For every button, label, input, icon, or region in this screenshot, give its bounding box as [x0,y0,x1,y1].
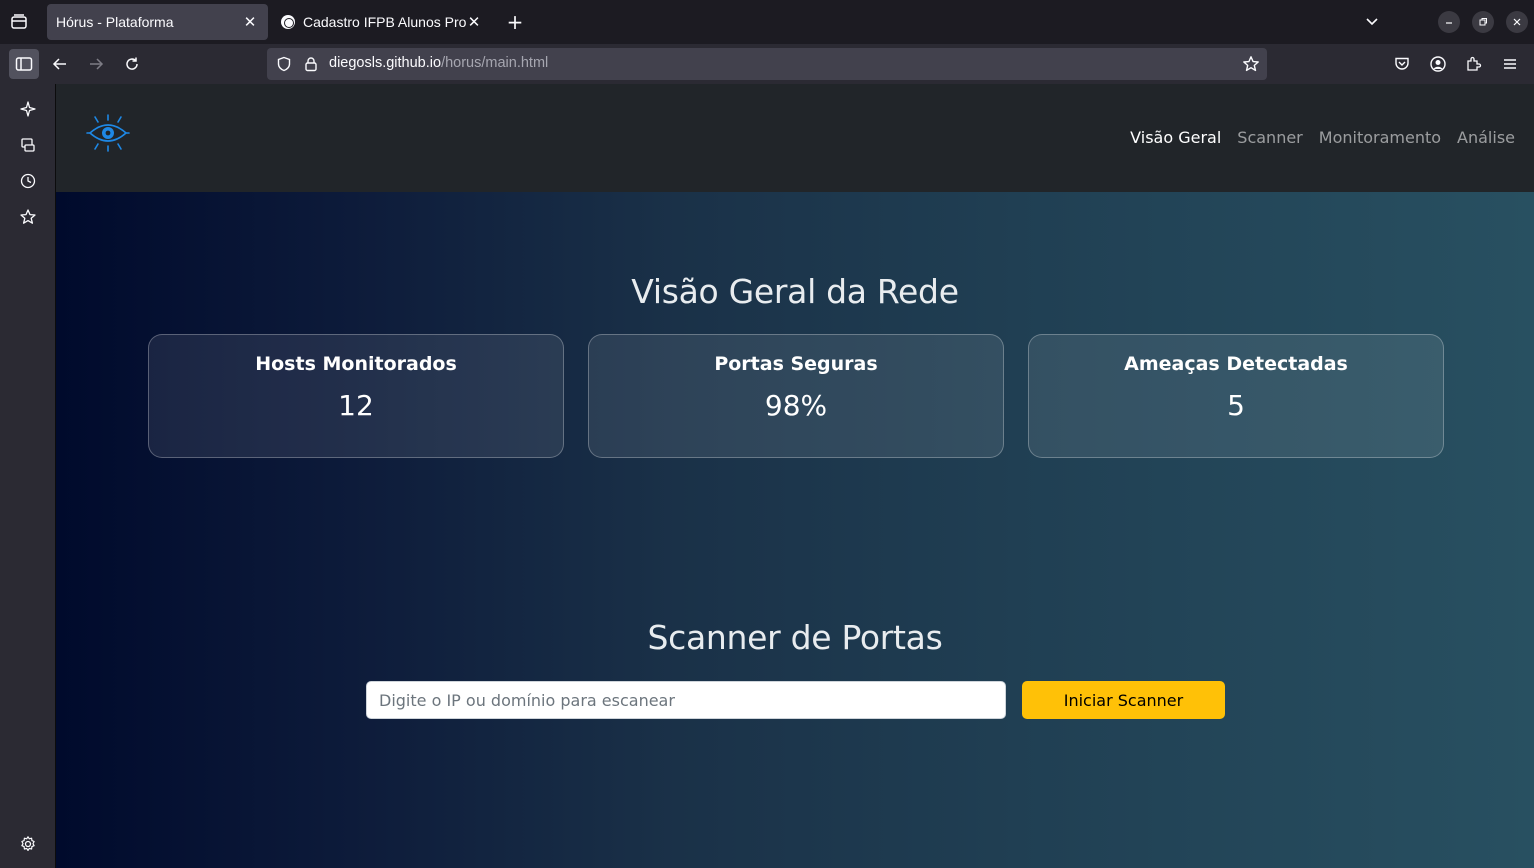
bookmark-star-icon[interactable] [1242,55,1260,77]
stat-card-ameacas: Ameaças Detectadas 5 [1028,334,1444,458]
globe-favicon-icon [281,15,295,29]
overview-title: Visão Geral da Rede [631,272,959,311]
synced-tabs-icon[interactable] [17,134,39,156]
new-tab-button[interactable]: + [503,10,527,34]
menu-hamburger-icon[interactable] [1495,49,1525,79]
horus-eye-logo-icon[interactable] [86,113,130,153]
stat-value: 5 [1227,389,1245,422]
nav-link-analise[interactable]: Análise [1457,128,1515,147]
tab-title: Cadastro IFPB Alunos Pro [303,14,467,30]
tab-title: Hórus - Plataforma [56,14,174,30]
close-tab-icon[interactable]: ✕ [464,12,484,32]
lock-icon[interactable] [303,56,319,76]
stat-label: Hosts Monitorados [255,353,457,375]
scanner-title: Scanner de Portas [647,618,943,657]
web-page: Visão Geral Scanner Monitoramento Anális… [56,84,1534,868]
stat-card-portas: Portas Seguras 98% [588,334,1004,458]
back-arrow-icon[interactable] [45,49,75,79]
reload-icon[interactable] [117,49,147,79]
tab-list-icon[interactable] [8,11,30,33]
main-content: Visão Geral da Rede Hosts Monitorados 12… [56,192,1534,868]
nav-link-monitoramento[interactable]: Monitoramento [1319,128,1441,147]
scan-target-input[interactable] [366,681,1006,719]
restore-button[interactable] [1472,11,1494,33]
stat-label: Ameaças Detectadas [1124,353,1348,375]
stat-value: 98% [764,389,828,422]
minimize-button[interactable] [1438,11,1460,33]
site-nav: Visão Geral Scanner Monitoramento Anális… [1130,128,1515,147]
stat-card-hosts: Hosts Monitorados 12 [148,334,564,458]
pocket-icon[interactable] [1387,49,1417,79]
history-clock-icon[interactable] [17,170,39,192]
tab-strip: Hórus - Plataforma ✕ Cadastro IFPB Aluno… [0,0,1534,44]
address-bar[interactable]: diegosls.github.io/horus/main.html [267,48,1267,80]
forward-arrow-icon[interactable] [81,49,111,79]
browser-sidebar [0,84,56,868]
nav-link-scanner[interactable]: Scanner [1237,128,1302,147]
tab-cadastro[interactable]: Cadastro IFPB Alunos Pro ✕ [272,4,492,40]
tab-overflow-chevron-icon[interactable] [1361,11,1383,33]
site-header: Visão Geral Scanner Monitoramento Anális… [56,84,1534,192]
stat-label: Portas Seguras [714,353,878,375]
account-icon[interactable] [1423,49,1453,79]
settings-gear-icon[interactable] [17,833,39,855]
start-scanner-button[interactable]: Iniciar Scanner [1022,681,1225,719]
extensions-icon[interactable] [1459,49,1489,79]
sidebar-toggle-icon[interactable] [9,49,39,79]
url-host: diegosls.github.io [329,55,442,71]
bookmarks-star-icon[interactable] [17,206,39,228]
close-tab-icon[interactable]: ✕ [240,12,260,32]
close-window-button[interactable] [1506,11,1528,33]
ai-chatbot-sparkle-icon[interactable] [17,98,39,120]
stat-value: 12 [338,389,374,422]
shield-icon[interactable] [276,56,292,76]
nav-link-visao-geral[interactable]: Visão Geral [1130,128,1221,147]
tab-horus[interactable]: Hórus - Plataforma ✕ [47,4,268,40]
navigation-toolbar: diegosls.github.io/horus/main.html [0,44,1534,84]
url-text[interactable]: diegosls.github.io/horus/main.html [329,55,548,71]
url-path: /horus/main.html [441,55,549,71]
